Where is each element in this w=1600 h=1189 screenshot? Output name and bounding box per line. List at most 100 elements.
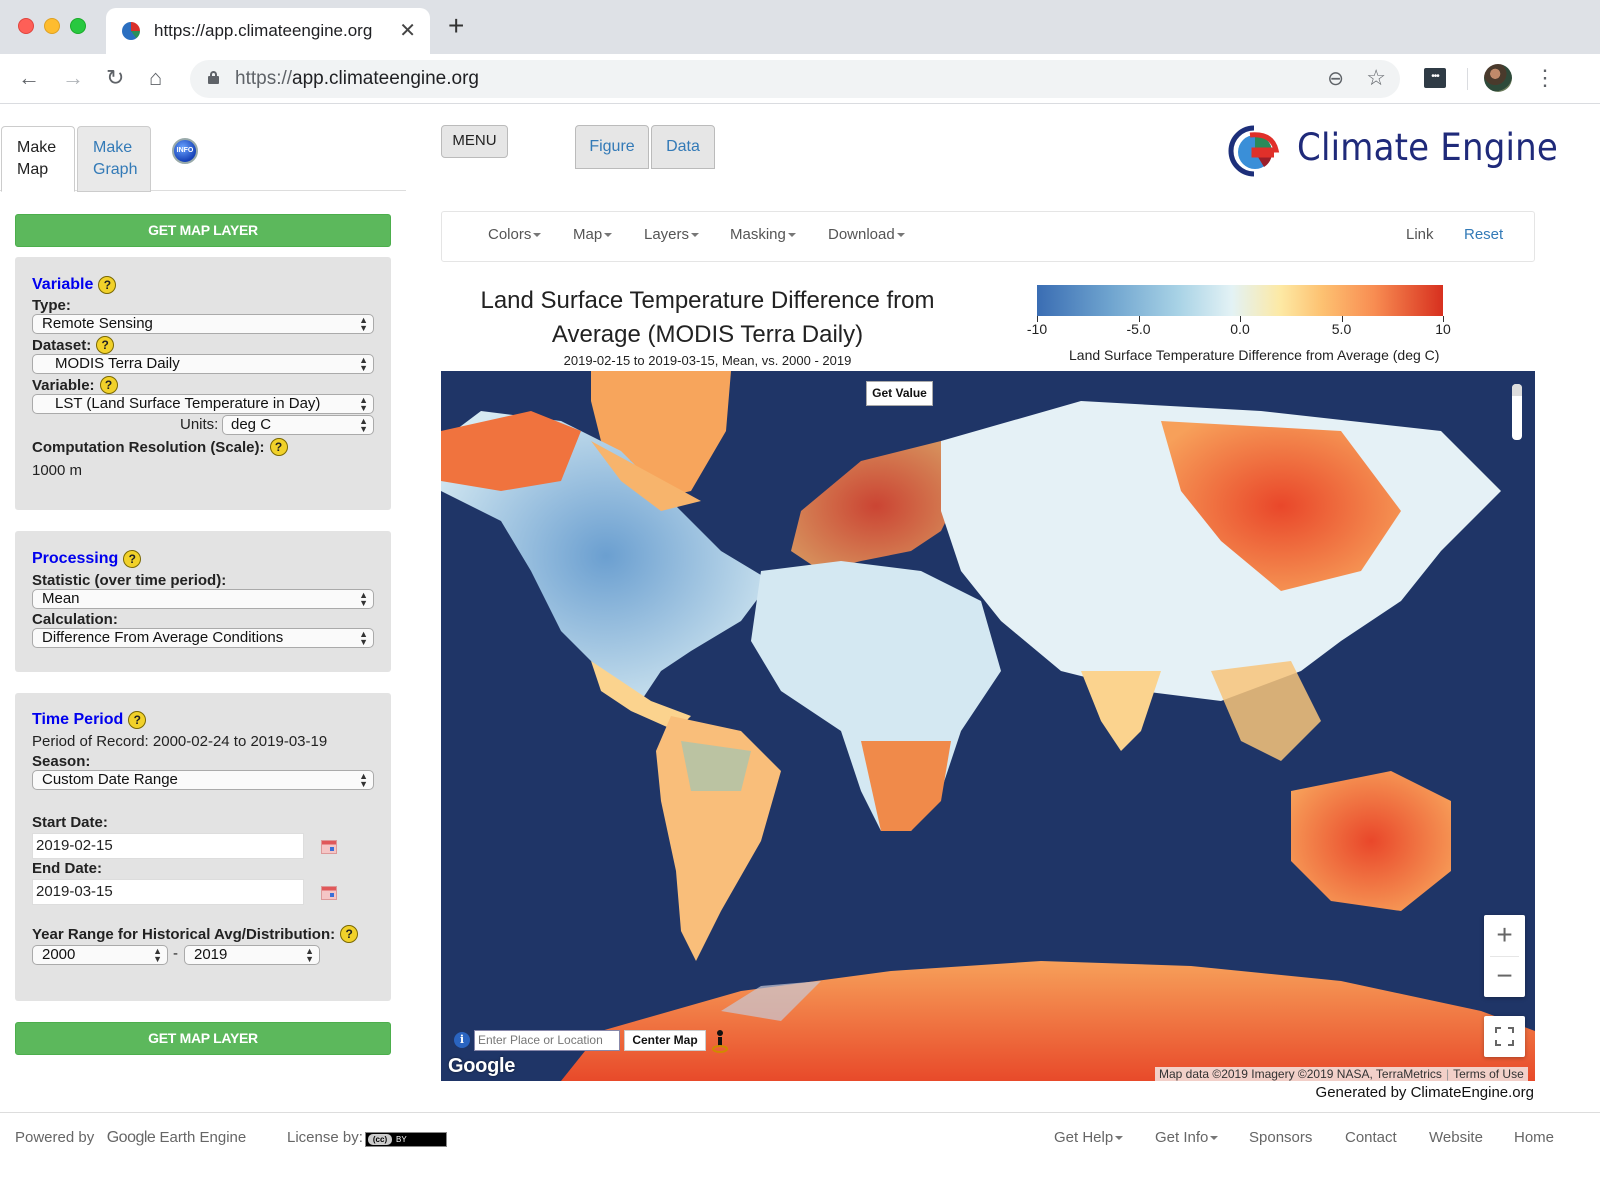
google-earth-engine-logo[interactable]: Google [107,1129,156,1146]
dataset-select-value: MODIS Terra Daily [55,355,180,372]
help-icon[interactable]: ? [269,438,288,456]
tab-figure[interactable]: Figure [575,125,649,169]
season-select[interactable]: Custom Date Range ▲ ▼ [32,770,374,790]
layers-menu[interactable]: Layers [644,226,700,243]
fullscreen-button[interactable] [1484,1016,1525,1057]
reload-icon[interactable]: ↻ [106,64,124,92]
footer-sponsors[interactable]: Sponsors [1249,1129,1312,1146]
zoom-in-button[interactable]: + [1484,915,1525,956]
forward-icon[interactable]: → [62,64,84,92]
terms-of-use-link[interactable]: Terms of Use [1453,1067,1524,1081]
year-range-dash: - [173,945,178,962]
calculation-label: Calculation: [32,611,118,628]
help-icon[interactable]: ? [98,276,117,294]
get-value-button[interactable]: Get Value [866,381,933,406]
units-select[interactable]: deg C ▲ ▼ [222,415,374,435]
select-arrows-icon: ▲ ▼ [359,395,368,413]
statistic-select[interactable]: Mean ▲ ▼ [32,589,374,609]
year-end-select[interactable]: 2019 ▲ ▼ [184,945,320,965]
help-icon[interactable]: ? [99,376,118,394]
start-date-label: Start Date: [32,814,108,831]
year-end-value: 2019 [194,946,228,963]
section-heading: Processing [32,550,119,567]
calendar-icon[interactable] [321,840,337,854]
tab-data[interactable]: Data [651,125,715,169]
end-date-input[interactable]: 2019-03-15 [32,879,304,905]
info-icon[interactable]: INFO [172,138,198,164]
map-navbar: Colors Map Layers Masking Download Link … [441,211,1535,262]
caret-down-icon [533,233,542,238]
get-map-layer-button-top[interactable]: GET MAP LAYER [15,214,391,247]
map-scrollbar[interactable] [1512,384,1522,440]
caret-down-icon [691,233,700,238]
profile-avatar[interactable] [1484,64,1512,92]
help-icon[interactable]: ? [128,711,147,729]
browser-tab-bar: https://app.climateengine.org ✕ + [0,0,1600,54]
resolution-label-text: Computation Resolution (Scale): [32,438,265,456]
browser-menu-icon[interactable]: ⋮ [1534,64,1556,92]
tab-make-graph[interactable]: Make Graph [77,126,151,192]
footer-get-help[interactable]: Get Help [1054,1129,1124,1146]
get-map-layer-button-bottom[interactable]: GET MAP LAYER [15,1022,391,1055]
calculation-select[interactable]: Difference From Average Conditions ▲ ▼ [32,628,374,648]
center-map-button[interactable]: Center Map [624,1030,706,1051]
time-period-panel: Time Period ? Period of Record: 2000-02-… [15,693,391,1001]
colors-menu[interactable]: Colors [488,226,542,243]
caret-down-icon [604,233,613,238]
cc-icon: (cc) [368,1134,392,1145]
new-tab-button[interactable]: + [448,12,464,40]
generated-by: Generated by ClimateEngine.org [1315,1084,1534,1101]
footer-divider [0,1112,1600,1113]
earth-engine-text[interactable]: Earth Engine [160,1129,247,1146]
zoom-out-button[interactable]: − [1484,956,1525,997]
help-icon[interactable]: ? [123,550,142,568]
browser-tab[interactable]: https://app.climateengine.org ✕ [106,8,430,54]
calendar-icon[interactable] [321,886,337,900]
place-search-input[interactable]: Enter Place or Location [474,1030,620,1051]
url-text[interactable]: https://app.climateengine.org [235,68,479,90]
map-canvas[interactable] [441,371,1535,1081]
year-start-select[interactable]: 2000 ▲ ▼ [32,945,168,965]
map-info-icon[interactable]: i [454,1032,470,1048]
year-start-value: 2000 [42,946,76,963]
caret-down-icon [787,233,796,238]
back-icon[interactable]: ← [18,64,40,92]
masking-menu[interactable]: Masking [730,226,796,243]
help-icon[interactable]: ? [96,336,115,354]
pegman-icon[interactable] [710,1029,730,1053]
help-icon[interactable]: ? [340,925,359,943]
maximize-window-button[interactable] [70,18,86,34]
climate-engine-logo-icon [1228,125,1280,177]
map-menu[interactable]: Map [573,226,613,243]
dataset-label: Dataset: ? [32,336,374,354]
section-heading: Variable [32,276,94,293]
dataset-select[interactable]: MODIS Terra Daily ▲ ▼ [32,354,374,374]
cc-by-license-badge[interactable]: (cc) BY [365,1132,447,1147]
extension-icon[interactable]: ••• [1424,68,1446,88]
legend-tick-label: -10 [1026,321,1048,337]
minimize-window-button[interactable] [44,18,60,34]
footer-get-info[interactable]: Get Info [1155,1129,1219,1146]
bookmark-star-icon[interactable]: ☆ [1366,65,1386,91]
close-tab-icon[interactable]: ✕ [399,18,416,43]
footer-home[interactable]: Home [1514,1129,1554,1146]
type-select[interactable]: Remote Sensing ▲ ▼ [32,314,374,334]
statistic-label: Statistic (over time period): [32,572,227,589]
address-bar[interactable]: https://app.climateengine.org ⊖ ☆ [190,60,1400,98]
link-button[interactable]: Link [1406,226,1434,243]
footer-contact[interactable]: Contact [1345,1129,1397,1146]
tab-make-map[interactable]: Make Map [1,126,75,192]
start-date-input[interactable]: 2019-02-15 [32,833,304,859]
fullscreen-corner-icon [1495,1040,1501,1046]
select-arrows-icon: ▲ ▼ [359,629,368,647]
home-icon[interactable]: ⌂ [149,64,162,92]
variable-select[interactable]: LST (Land Surface Temperature in Day) ▲ ▼ [32,394,374,414]
footer-website[interactable]: Website [1429,1129,1483,1146]
menu-button[interactable]: MENU [441,125,508,158]
fullscreen-corner-icon [1508,1027,1514,1033]
download-menu[interactable]: Download [828,226,905,243]
year-range-row: 2000 ▲ ▼ - 2019 ▲ ▼ [32,945,374,965]
close-window-button[interactable] [18,18,34,34]
reset-button[interactable]: Reset [1464,226,1503,243]
zoom-out-icon[interactable]: ⊖ [1327,66,1344,91]
